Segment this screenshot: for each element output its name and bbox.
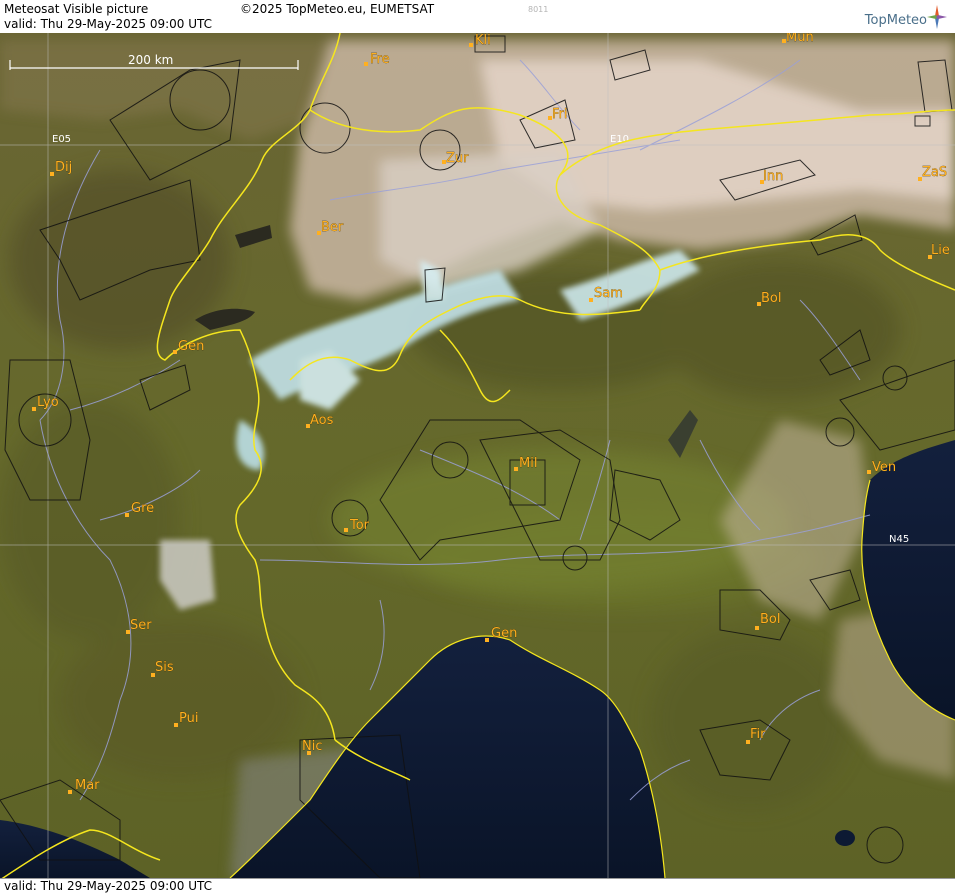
valid-time-footer: valid: Thu 29-May-2025 09:00 UTC — [4, 879, 213, 893]
map-canvas: E05 E10 N45 200 km Kli Mun Fre Fri Dij Z… — [0, 33, 955, 878]
city-zas[interactable]: ZaS — [918, 165, 947, 181]
city-nic[interactable]: Nic — [302, 739, 323, 755]
copyright-text: ©2025 TopMeteo.eu, EUMETSAT — [240, 2, 435, 16]
footer-bar: valid: Thu 29-May-2025 09:00 UTC — [0, 878, 955, 894]
brand-logo-text: TopMeteo — [864, 13, 927, 28]
lake-trasimeno — [835, 830, 855, 846]
city-label: Gen — [491, 626, 517, 641]
city-label: Inn — [763, 169, 783, 184]
city-label: Tor — [349, 518, 370, 533]
city-label: Kli — [475, 33, 491, 48]
city-label: Lie — [931, 243, 950, 258]
valid-time-header: valid: Thu 29-May-2025 09:00 UTC — [4, 17, 213, 31]
city-label: Mil — [519, 456, 537, 471]
city-bol-n[interactable]: Bol — [757, 291, 782, 306]
scale-bar-label: 200 km — [128, 53, 173, 67]
city-label: Ber — [321, 220, 344, 235]
city-mun[interactable]: Mun — [782, 33, 814, 45]
city-label: Ven — [872, 460, 896, 475]
city-ven[interactable]: Ven — [867, 460, 896, 475]
city-ber[interactable]: Ber — [317, 220, 344, 235]
satellite-map[interactable]: E05 E10 N45 200 km Kli Mun Fre Fri Dij Z… — [0, 33, 955, 878]
city-label: Nic — [302, 739, 322, 754]
city-label: Sis — [155, 660, 174, 675]
city-label: ZaS — [922, 165, 947, 180]
city-label: Gen — [178, 339, 204, 354]
city-label: Mar — [75, 778, 100, 793]
city-sis[interactable]: Sis — [151, 660, 174, 677]
city-label: Aos — [310, 413, 334, 428]
city-ser[interactable]: Ser — [126, 618, 152, 634]
city-label: Ser — [130, 618, 152, 633]
city-label: Fir — [750, 727, 766, 742]
city-lie[interactable]: Lie — [928, 243, 950, 259]
city-label: Mun — [786, 33, 814, 45]
city-label: Zur — [446, 151, 469, 166]
city-label: Fri — [552, 107, 568, 122]
city-label: Fre — [370, 52, 390, 67]
image-code: 8011 — [528, 5, 549, 14]
city-label: Bol — [760, 612, 780, 627]
compass-star-icon — [927, 5, 947, 29]
city-sam[interactable]: Sam — [589, 286, 623, 302]
city-label: Lyo — [37, 395, 59, 410]
product-title: Meteosat Visible picture — [4, 2, 149, 16]
city-label: Sam — [594, 286, 623, 301]
header-bar: Meteosat Visible picture ©2025 TopMeteo.… — [0, 0, 955, 34]
grid-label-n45: N45 — [889, 534, 909, 545]
city-gen-ch[interactable]: Gen — [173, 339, 205, 354]
city-label: Bol — [761, 291, 781, 306]
city-inn[interactable]: Inn — [760, 169, 784, 184]
city-aos[interactable]: Aos — [306, 413, 334, 428]
city-label: Pui — [179, 711, 198, 726]
city-zur[interactable]: Zur — [442, 151, 469, 166]
city-label: Gre — [131, 501, 154, 516]
city-fir[interactable]: Fir — [746, 727, 766, 744]
grid-label-e05: E05 — [52, 134, 71, 145]
city-label: Dij — [55, 160, 72, 175]
